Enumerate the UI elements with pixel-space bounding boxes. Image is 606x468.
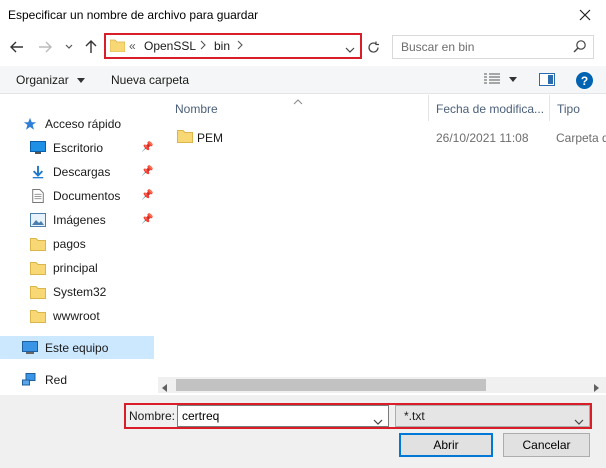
open-button[interactable]: Abrir [399, 433, 493, 457]
caret-down-icon [509, 77, 518, 82]
filename-dropdown-button[interactable] [373, 414, 383, 428]
sidebar-item-label: pagos [53, 237, 86, 251]
chevron-down-icon [574, 419, 584, 425]
address-dropdown-button[interactable] [345, 43, 355, 57]
scrollbar-thumb[interactable] [176, 379, 486, 391]
refresh-button[interactable] [362, 36, 384, 58]
file-date: 26/10/2021 11:08 [436, 131, 529, 145]
arrow-right-icon [39, 41, 52, 53]
desktop-icon [30, 141, 46, 154]
address-bar[interactable] [104, 33, 362, 59]
file-row[interactable]: PEM 26/10/2021 11:08 Carpeta d [170, 125, 606, 149]
breadcrumb-bin[interactable]: bin [214, 39, 230, 53]
back-button[interactable] [8, 37, 26, 57]
new-folder-button[interactable]: Nueva carpeta [111, 73, 189, 87]
forward-button[interactable] [36, 37, 54, 57]
image-icon [30, 213, 46, 227]
preview-pane-icon [539, 73, 555, 86]
filename-label: Nombre: [129, 409, 176, 423]
breadcrumb-separator-icon [200, 39, 206, 53]
sidebar-item-label: Documentos [53, 189, 121, 203]
search-icon [573, 39, 587, 53]
computer-icon [22, 341, 38, 354]
arrow-up-icon [85, 40, 97, 53]
pin-icon: 📌 [141, 214, 154, 225]
chevron-down-icon [345, 47, 355, 53]
sidebar-item-label: Red [45, 373, 68, 387]
cancel-button[interactable]: Cancelar [503, 433, 590, 457]
help-icon: ? [580, 73, 589, 88]
column-header-date[interactable]: Fecha de modifica... [436, 102, 544, 116]
column-header-type[interactable]: Tipo [557, 102, 580, 116]
sidebar-item-label: principal [53, 261, 98, 275]
column-divider[interactable] [549, 95, 550, 121]
sort-indicator-icon [293, 94, 303, 108]
folder-icon [30, 286, 46, 299]
chevron-down-icon [65, 44, 73, 49]
scroll-right-icon[interactable] [594, 381, 600, 395]
sidebar-item-wwwroot[interactable]: wwwroot [30, 305, 162, 327]
sidebar-item-label: Acceso rápido [45, 117, 122, 131]
sidebar-item-label: System32 [53, 285, 107, 299]
star-icon [23, 117, 37, 130]
document-icon [32, 189, 44, 203]
preview-pane-button[interactable] [539, 73, 555, 89]
sidebar-item-label: Imágenes [53, 213, 106, 227]
chevron-down-icon [373, 419, 383, 425]
overflow-chevron[interactable]: « [129, 39, 136, 53]
column-header-name[interactable]: Nombre [175, 102, 218, 116]
sidebar-item-network[interactable]: Red [22, 369, 154, 391]
window-title: Especificar un nombre de archivo para gu… [8, 8, 259, 22]
folder-icon [109, 39, 126, 55]
filename-input[interactable] [177, 405, 389, 427]
sidebar-item-label: wwwroot [53, 309, 100, 323]
view-options-button[interactable] [484, 73, 518, 88]
filetype-dropdown-button[interactable] [574, 414, 584, 428]
pin-icon: 📌 [141, 166, 154, 177]
close-button[interactable] [572, 3, 598, 27]
network-icon [22, 373, 36, 386]
sidebar-item-label: Descargas [53, 165, 111, 179]
caret-down-icon [77, 78, 86, 84]
filetype-value: *.txt [404, 409, 425, 423]
sidebar-item-pagos[interactable]: pagos [30, 233, 162, 255]
download-icon [32, 165, 44, 179]
up-button[interactable] [82, 37, 100, 57]
organize-label: Organizar [16, 73, 69, 87]
search-input[interactable]: Buscar en bin [401, 40, 474, 54]
sidebar-item-this-pc[interactable]: Este equipo [22, 337, 154, 359]
folder-icon [30, 238, 46, 251]
column-divider[interactable] [428, 95, 429, 121]
folder-icon [177, 130, 193, 143]
breadcrumb-openssl[interactable]: OpenSSL [144, 39, 196, 53]
refresh-icon [367, 41, 379, 53]
folder-icon [30, 310, 46, 323]
sidebar-item-system32[interactable]: System32 [30, 281, 162, 303]
close-icon [579, 9, 591, 21]
folder-icon [30, 262, 46, 275]
sidebar-item-principal[interactable]: principal [30, 257, 162, 279]
details-view-icon [484, 73, 500, 84]
pin-icon: 📌 [141, 142, 154, 153]
sidebar-item-quick-access[interactable]: Acceso rápido [22, 113, 154, 135]
sidebar-item-label: Escritorio [53, 141, 104, 155]
organize-button[interactable]: Organizar [16, 73, 86, 87]
scroll-left-icon[interactable] [162, 381, 168, 395]
breadcrumb-separator-icon [237, 39, 243, 53]
file-type: Carpeta d [556, 131, 606, 145]
sidebar-item-label: Este equipo [45, 341, 109, 355]
arrow-left-icon [10, 41, 23, 53]
help-button[interactable]: ? [576, 72, 593, 89]
recent-locations-button[interactable] [62, 37, 76, 57]
file-name: PEM [197, 131, 224, 145]
pin-icon: 📌 [141, 190, 154, 201]
